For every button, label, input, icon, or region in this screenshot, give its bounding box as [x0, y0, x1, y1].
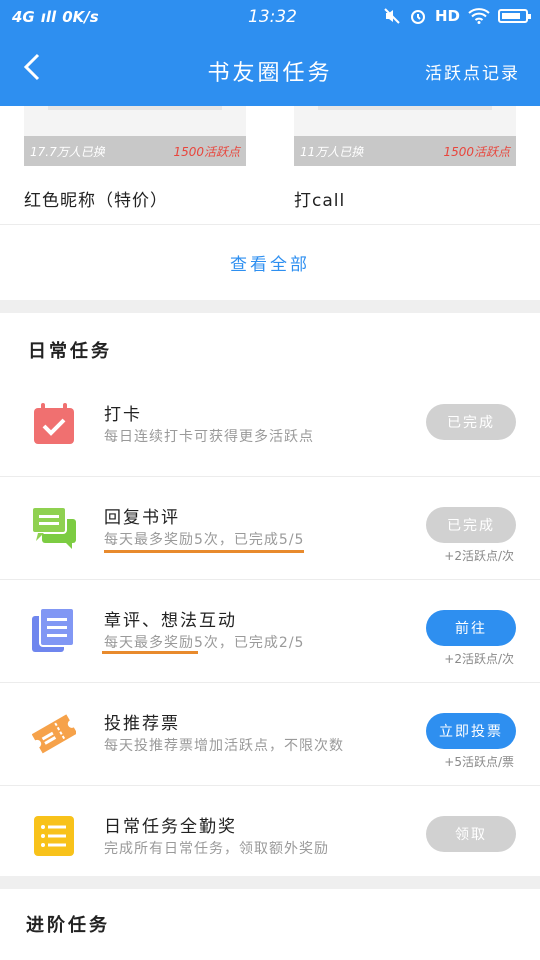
network-type: 4G [12, 8, 35, 26]
task-desc-text: 每天最多奖励5次，已完成5/5 [104, 532, 305, 553]
task-desc: 完成所有日常任务，领取额外奖励 [104, 841, 329, 857]
task-desc: 每日连续打卡可获得更多活跃点 [104, 429, 314, 445]
app-header: 4G ıll 0K/s 13:32 HD 书友圈任务 活跃点记录 [0, 0, 540, 106]
reward-name: 红色昵称（特价） [24, 191, 168, 211]
reward-image: 11万人已换 1500活跃点 [294, 106, 516, 166]
reward-meta: 17.7万人已换 1500活跃点 [24, 136, 246, 166]
task-reward-note: +2活跃点/次 [444, 652, 514, 666]
alarm-icon [410, 10, 425, 24]
reward-card[interactable]: 17.7万人已换 1500活跃点 红色昵称（特价） [24, 106, 246, 211]
reward-meta: 11万人已换 1500活跃点 [294, 136, 516, 166]
daily-tasks-section: 日常任务 打卡 每日连续打卡可获得更多活跃点 已完成 回复书评 每天最多奖励5次… [0, 313, 540, 876]
reward-points-cost: 1500活跃点 [173, 144, 240, 159]
status-left: 4G ıll 0K/s [12, 8, 99, 26]
document-list-icon [32, 608, 75, 652]
hd-indicator: HD [434, 7, 460, 25]
rewards-section: 17.7万人已换 1500活跃点 红色昵称（特价） 11万人已换 1500活跃点… [0, 106, 540, 300]
task-name: 回复书评 [104, 508, 180, 528]
vote-now-button[interactable]: 立即投票 [426, 713, 516, 749]
task-reward-note: +2活跃点/次 [444, 549, 514, 563]
task-name: 日常任务全勤奖 [104, 817, 237, 837]
task-row: 章评、想法互动 每天最多奖励5次，已完成2/5 前往 +2活跃点/次 [0, 580, 540, 683]
task-name: 打卡 [104, 405, 142, 425]
back-chevron-icon[interactable] [22, 52, 56, 86]
task-row: 回复书评 每天最多奖励5次，已完成5/5 已完成 +2活跃点/次 [0, 477, 540, 580]
task-desc: 每天最多奖励5次，已完成5/5 [104, 529, 305, 553]
task-row: 投推荐票 每天投推荐票增加活跃点，不限次数 立即投票 +5活跃点/票 [0, 683, 540, 786]
wifi-icon [468, 8, 490, 24]
task-desc-underline [102, 651, 198, 654]
status-time: 13:32 [248, 7, 297, 27]
ticket-icon [32, 714, 76, 754]
signal-icon: ıll [40, 8, 57, 26]
view-all-link[interactable]: 查看全部 [0, 250, 540, 275]
network-speed: 0K/s [62, 8, 99, 26]
chat-bubbles-icon [32, 506, 76, 549]
task-desc: 每天投推荐票增加活跃点，不限次数 [104, 738, 344, 754]
activity-log-link[interactable]: 活跃点记录 [425, 59, 520, 84]
divider [0, 224, 540, 225]
task-name: 章评、想法互动 [104, 611, 237, 631]
reward-points-cost: 1500活跃点 [443, 144, 510, 159]
checklist-icon [34, 816, 74, 856]
task-go-button[interactable]: 前往 [426, 610, 516, 646]
task-name: 投推荐票 [104, 714, 180, 734]
status-bar: 4G ıll 0K/s 13:32 HD [0, 0, 540, 34]
mute-icon [384, 8, 400, 24]
reward-image: 17.7万人已换 1500活跃点 [24, 106, 246, 166]
reward-card[interactable]: 11万人已换 1500活跃点 打call [294, 106, 516, 211]
section-title: 进阶任务 [26, 915, 110, 936]
reward-exchanged-count: 11万人已换 [300, 144, 364, 159]
task-completed-button[interactable]: 已完成 [426, 507, 516, 543]
calendar-check-icon [34, 403, 74, 444]
reward-name: 打call [294, 191, 346, 211]
claim-button[interactable]: 领取 [426, 816, 516, 852]
task-row: 日常任务全勤奖 完成所有日常任务，领取额外奖励 领取 [0, 786, 540, 876]
advanced-tasks-section: 进阶任务 [0, 889, 540, 960]
task-row: 打卡 每日连续打卡可获得更多活跃点 已完成 [0, 374, 540, 477]
status-right: HD [383, 7, 531, 25]
battery-icon [498, 9, 531, 23]
task-reward-note: +5活跃点/票 [444, 755, 514, 769]
reward-exchanged-count: 17.7万人已换 [30, 144, 105, 159]
task-desc: 每天最多奖励5次，已完成2/5 [104, 632, 304, 652]
task-completed-button[interactable]: 已完成 [426, 404, 516, 440]
section-title: 日常任务 [28, 341, 112, 362]
